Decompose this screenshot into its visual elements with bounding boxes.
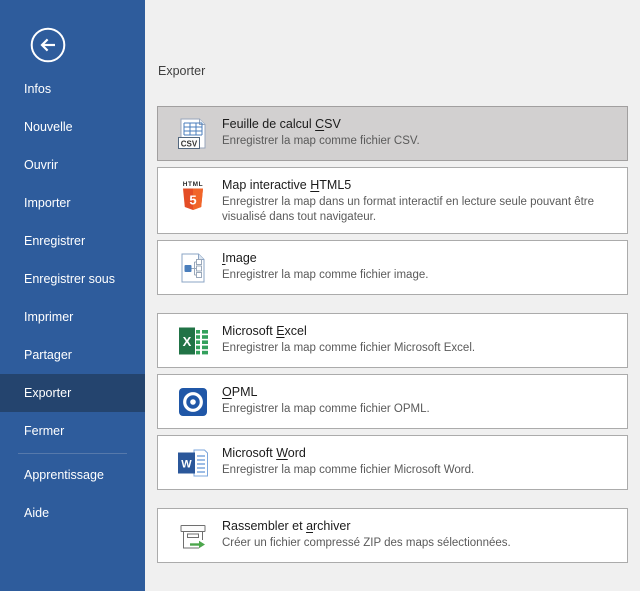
card-text: OPML Enregistrer la map comme fichier OP… (222, 383, 430, 417)
microsoft-word-icon: W (176, 446, 210, 480)
card-description: Enregistrer la map comme fichier Microso… (222, 463, 474, 478)
card-title: OPML (222, 384, 430, 400)
card-text: Rassembler et archiver Créer un fichier … (222, 517, 511, 551)
card-description: Créer un fichier compressé ZIP des maps … (222, 536, 511, 551)
sidebar-item-aide[interactable]: Aide (0, 494, 145, 532)
word-icon-letter: W (181, 459, 192, 471)
sidebar-item-apprentissage[interactable]: Apprentissage (0, 456, 145, 494)
export-card-excel[interactable]: X Microsoft Excel Enregistrer la map com… (157, 313, 628, 368)
card-title: Microsoft Word (222, 445, 474, 461)
sidebar-item-infos[interactable]: Infos (0, 70, 145, 108)
sidebar-divider (18, 453, 127, 454)
card-description: Enregistrer la map comme fichier CSV. (222, 134, 420, 149)
back-button[interactable] (30, 27, 66, 63)
card-description: Enregistrer la map comme fichier OPML. (222, 402, 430, 417)
sidebar-item-imprimer[interactable]: Imprimer (0, 298, 145, 336)
card-title: Feuille de calcul CSV (222, 116, 420, 132)
export-card-word[interactable]: W Microsoft Word Enregistrer la map comm… (157, 435, 628, 490)
sidebar-item-enregistrer[interactable]: Enregistrer (0, 222, 145, 260)
export-card-opml[interactable]: OPML Enregistrer la map comme fichier OP… (157, 374, 628, 429)
page-title: Exporter (158, 64, 628, 79)
csv-spreadsheet-icon: CSV (176, 117, 210, 151)
sidebar-item-partager[interactable]: Partager (0, 336, 145, 374)
excel-icon-letter: X (183, 334, 192, 349)
card-title: Map interactive HTML5 (222, 177, 617, 193)
card-description: Enregistrer la map comme fichier image. (222, 268, 428, 283)
card-text: Microsoft Excel Enregistrer la map comme… (222, 322, 475, 356)
card-description: Enregistrer la map comme fichier Microso… (222, 341, 475, 356)
html5-icon-word: HTML (183, 181, 203, 188)
card-title: Image (222, 250, 428, 266)
sidebar-item-ouvrir[interactable]: Ouvrir (0, 146, 145, 184)
card-description: Enregistrer la map dans un format intera… (222, 195, 617, 225)
export-page: Exporter CSV Feuille de calcul CSV Enre (145, 0, 640, 591)
html5-icon-number: 5 (189, 193, 196, 208)
sidebar-item-nouvelle[interactable]: Nouvelle (0, 108, 145, 146)
export-options-list: CSV Feuille de calcul CSV Enregistrer la… (157, 106, 628, 563)
sidebar-item-enregistrer-sous[interactable]: Enregistrer sous (0, 260, 145, 298)
export-card-image[interactable]: Image Enregistrer la map comme fichier i… (157, 240, 628, 295)
back-arrow-circle-icon (30, 27, 66, 63)
csv-icon-label: CSV (181, 140, 198, 149)
sidebar-item-fermer[interactable]: Fermer (0, 412, 145, 450)
sidebar-nav: Infos Nouvelle Ouvrir Importer Enregistr… (0, 70, 145, 532)
opml-icon (176, 385, 210, 419)
backstage-sidebar: Infos Nouvelle Ouvrir Importer Enregistr… (0, 0, 145, 591)
card-text: Map interactive HTML5 Enregistrer la map… (222, 176, 617, 225)
export-card-archive[interactable]: Rassembler et archiver Créer un fichier … (157, 508, 628, 563)
card-text: Image Enregistrer la map comme fichier i… (222, 249, 428, 283)
export-card-csv[interactable]: CSV Feuille de calcul CSV Enregistrer la… (157, 106, 628, 161)
export-card-html5[interactable]: HTML 5 Map interactive HTML5 Enregistrer… (157, 167, 628, 234)
image-map-icon (176, 251, 210, 285)
sidebar-item-importer[interactable]: Importer (0, 184, 145, 222)
sidebar-item-exporter[interactable]: Exporter (0, 374, 145, 412)
card-title: Microsoft Excel (222, 323, 475, 339)
html5-icon: HTML 5 (176, 178, 210, 212)
card-text: Microsoft Word Enregistrer la map comme … (222, 444, 474, 478)
microsoft-excel-icon: X (176, 324, 210, 358)
card-text: Feuille de calcul CSV Enregistrer la map… (222, 115, 420, 149)
card-title: Rassembler et archiver (222, 518, 511, 534)
archive-zip-icon (176, 519, 210, 553)
